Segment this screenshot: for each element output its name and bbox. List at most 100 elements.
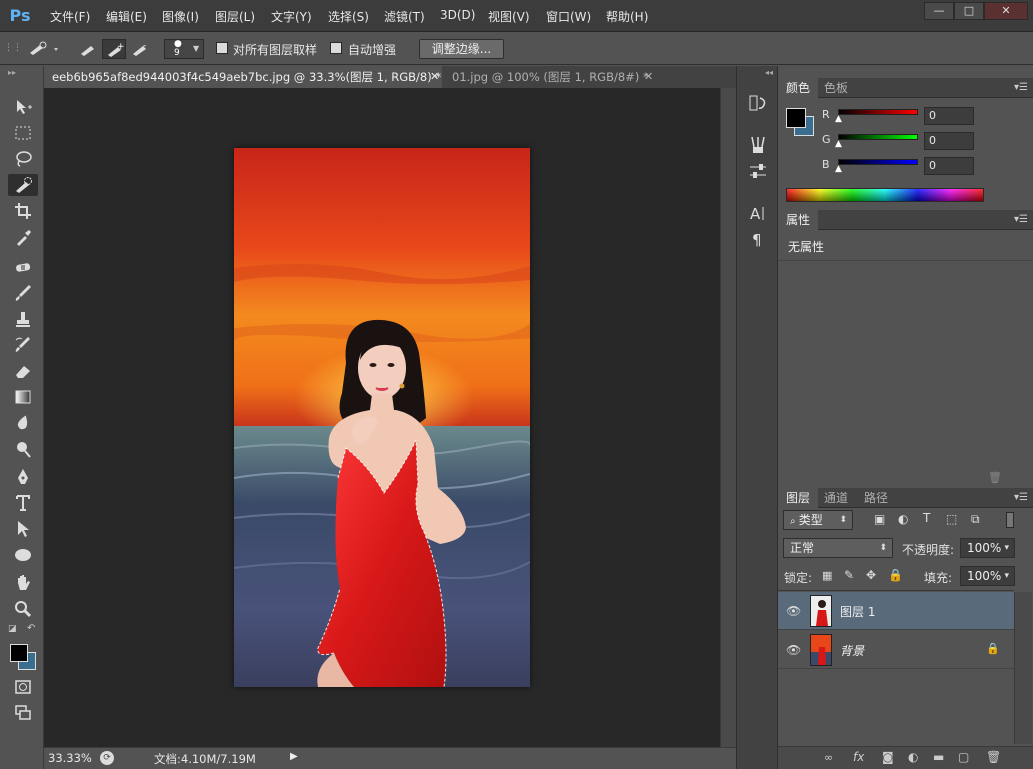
- close-icon[interactable]: ✕: [644, 66, 653, 88]
- vertical-scrollbar[interactable]: [720, 88, 736, 747]
- paragraph-panel-button[interactable]: ¶: [747, 228, 769, 250]
- subtract-selection-button[interactable]: -: [128, 39, 152, 59]
- tab-channels[interactable]: 通道: [816, 488, 856, 508]
- layer-row-layer1[interactable]: 👁 图层 1: [778, 592, 1014, 630]
- healing-brush-tool[interactable]: [8, 256, 38, 278]
- screen-mode-button[interactable]: [8, 702, 38, 724]
- eyedropper-tool[interactable]: [8, 226, 38, 248]
- color-picker-swatches[interactable]: [8, 642, 38, 672]
- restore-button[interactable]: □: [954, 2, 984, 20]
- menu-window[interactable]: 窗口(W): [546, 8, 591, 25]
- slider-thumb-icon[interactable]: ▲: [835, 164, 842, 174]
- menu-view[interactable]: 视图(V): [488, 8, 530, 25]
- delete-layer-icon[interactable]: 🗑: [986, 750, 1001, 764]
- close-button[interactable]: ✕: [984, 2, 1028, 20]
- adjustments-panel-button[interactable]: [747, 160, 769, 182]
- dodge-tool[interactable]: [8, 438, 38, 460]
- filter-shape-icon[interactable]: ⬚: [946, 512, 957, 526]
- visibility-eye-icon[interactable]: 👁: [786, 604, 801, 618]
- pen-tool[interactable]: [8, 466, 38, 488]
- foreground-color-swatch[interactable]: [786, 108, 806, 128]
- tab-layers[interactable]: 图层: [778, 488, 819, 508]
- brush-size-picker[interactable]: ● 9 ▼: [164, 39, 204, 59]
- lock-pixels-icon[interactable]: ✎: [844, 568, 854, 582]
- link-layers-icon[interactable]: ∞: [824, 751, 833, 764]
- menu-filter[interactable]: 滤镜(T): [384, 8, 425, 25]
- document-tab-inactive[interactable]: 01.jpg @ 100% (图层 1, RGB/8#) * ✕: [444, 66, 658, 88]
- opacity-field[interactable]: 100% ▾: [960, 538, 1015, 558]
- close-icon[interactable]: ✕: [430, 66, 439, 88]
- quick-mask-button[interactable]: [8, 676, 38, 698]
- color-ramp[interactable]: [786, 188, 984, 202]
- menu-image[interactable]: 图像(I): [162, 8, 199, 25]
- red-value-field[interactable]: 0: [924, 107, 974, 125]
- layer-name[interactable]: 背景: [840, 642, 864, 659]
- document-image[interactable]: [234, 148, 530, 687]
- layer-row-background[interactable]: 👁 背景 🔒: [778, 631, 1014, 669]
- move-tool[interactable]: [8, 96, 38, 118]
- new-layer-icon[interactable]: ▢: [958, 750, 969, 764]
- zoom-level[interactable]: 33.33%: [48, 751, 92, 765]
- path-selection-tool[interactable]: [8, 518, 38, 540]
- clone-stamp-tool[interactable]: [8, 308, 38, 330]
- blend-mode-dropdown[interactable]: 正常 ⬍: [783, 538, 893, 558]
- brush-panel-button[interactable]: [747, 134, 769, 156]
- filter-type-icon[interactable]: T: [923, 511, 930, 525]
- panel-menu-icon[interactable]: ▾☰: [1014, 214, 1028, 225]
- history-panel-button[interactable]: [747, 92, 769, 114]
- auto-enhance-checkbox[interactable]: [330, 42, 342, 54]
- tab-color[interactable]: 颜色: [778, 78, 819, 98]
- fill-field[interactable]: 100% ▾: [960, 566, 1015, 586]
- lock-position-icon[interactable]: ✥: [866, 568, 876, 582]
- adjustment-layer-icon[interactable]: ◐: [908, 750, 918, 764]
- menu-select[interactable]: 选择(S): [328, 8, 369, 25]
- panel-menu-icon[interactable]: ▾☰: [1014, 492, 1028, 503]
- add-to-selection-button[interactable]: +: [102, 39, 126, 59]
- history-brush-tool[interactable]: [8, 334, 38, 356]
- default-colors-icon[interactable]: ◪: [8, 624, 17, 634]
- refine-edge-button[interactable]: 调整边缘...: [419, 39, 504, 59]
- blue-value-field[interactable]: 0: [924, 157, 974, 175]
- lasso-tool[interactable]: [8, 148, 38, 170]
- blur-tool[interactable]: [8, 412, 38, 434]
- slider-thumb-icon[interactable]: ▲: [835, 114, 842, 124]
- document-tab-active[interactable]: eeb6b965af8ed944003f4c549aeb7bc.jpg @ 33…: [44, 66, 442, 88]
- menu-help[interactable]: 帮助(H): [606, 8, 648, 25]
- layers-scrollbar[interactable]: [1014, 592, 1032, 744]
- lock-all-icon[interactable]: 🔒: [888, 568, 903, 582]
- tab-swatches[interactable]: 色板: [816, 78, 856, 98]
- menu-3d[interactable]: 3D(D): [440, 8, 475, 22]
- foreground-color-swatch[interactable]: [10, 644, 28, 662]
- minimize-button[interactable]: —: [924, 2, 954, 20]
- status-menu-arrow-icon[interactable]: ▶: [290, 751, 298, 762]
- filter-smart-object-icon[interactable]: ⧉: [971, 512, 980, 527]
- eraser-tool[interactable]: [8, 360, 38, 382]
- layer-style-icon[interactable]: fx: [853, 750, 864, 764]
- shape-tool[interactable]: [8, 544, 38, 566]
- filter-pixel-icon[interactable]: ▣: [874, 512, 885, 526]
- brush-tool[interactable]: [8, 282, 38, 304]
- filter-toggle[interactable]: [1006, 512, 1014, 528]
- type-tool[interactable]: [8, 492, 38, 514]
- sample-all-layers-checkbox[interactable]: [216, 42, 228, 54]
- green-value-field[interactable]: 0: [924, 132, 974, 150]
- tool-preset-picker[interactable]: [24, 39, 64, 59]
- collapse-icon[interactable]: ▸▸: [8, 68, 16, 77]
- red-slider[interactable]: [838, 109, 918, 115]
- swap-colors-icon[interactable]: ↶: [27, 623, 35, 634]
- quick-selection-tool[interactable]: [8, 174, 38, 196]
- canvas-area[interactable]: [44, 88, 720, 747]
- layer-name[interactable]: 图层 1: [840, 603, 875, 620]
- new-selection-button[interactable]: [76, 39, 100, 59]
- hand-tool[interactable]: [8, 572, 38, 594]
- crop-tool[interactable]: [8, 200, 38, 222]
- green-slider[interactable]: [838, 134, 918, 140]
- tab-paths[interactable]: 路径: [856, 488, 896, 508]
- tab-properties[interactable]: 属性: [778, 210, 819, 230]
- zoom-tool[interactable]: [8, 598, 38, 620]
- slider-thumb-icon[interactable]: ▲: [835, 139, 842, 149]
- marquee-tool[interactable]: [8, 122, 38, 144]
- panel-menu-icon[interactable]: ▾☰: [1014, 82, 1028, 93]
- lock-transparency-icon[interactable]: ▦: [822, 569, 832, 582]
- visibility-eye-icon[interactable]: 👁: [786, 643, 801, 657]
